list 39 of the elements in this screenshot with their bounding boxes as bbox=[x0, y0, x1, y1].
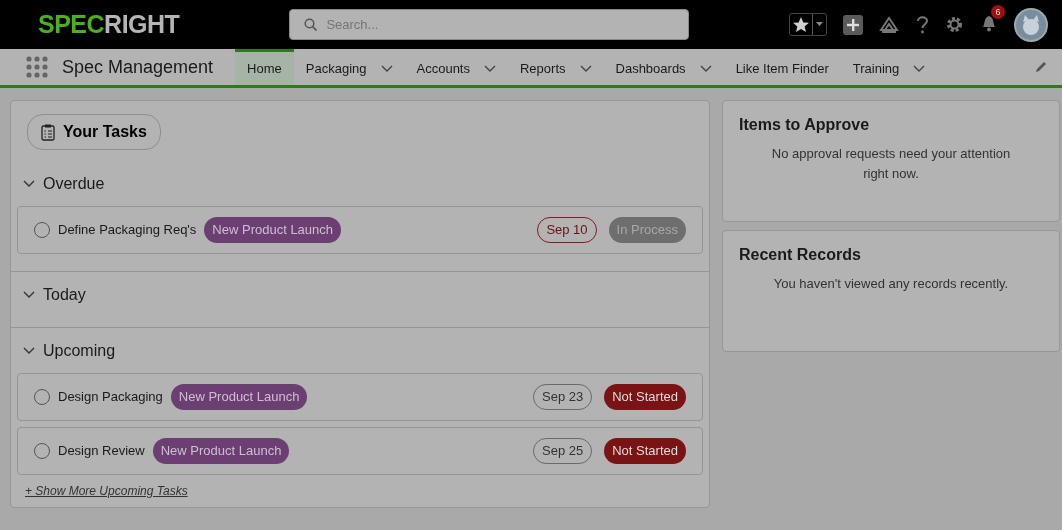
add-icon[interactable] bbox=[843, 14, 863, 35]
avatar[interactable] bbox=[1014, 7, 1048, 42]
card-message: You haven't viewed any records recently. bbox=[772, 275, 1010, 294]
search-icon bbox=[304, 18, 318, 31]
task-tag: New Product Launch bbox=[152, 438, 290, 464]
search-field[interactable]: Search... bbox=[289, 9, 690, 40]
notification-badge: 6 bbox=[991, 4, 1005, 19]
favorites-button[interactable] bbox=[789, 13, 827, 36]
edit-icon[interactable] bbox=[1034, 60, 1048, 74]
nav-tab[interactable]: Training bbox=[840, 49, 938, 85]
show-more-link[interactable]: + Show More Upcoming Tasks bbox=[25, 482, 188, 500]
card-message: No approval requests need your attention right now. bbox=[770, 145, 1012, 184]
clipboard-icon bbox=[41, 123, 55, 141]
group-header[interactable]: Today bbox=[11, 272, 709, 317]
settings-icon[interactable] bbox=[945, 15, 964, 34]
task-status: Not Started bbox=[604, 384, 686, 410]
your-tasks-button[interactable]: Your Tasks bbox=[27, 114, 161, 150]
task-name[interactable]: Design Packaging bbox=[58, 387, 163, 407]
nav-tab[interactable]: Packaging bbox=[293, 49, 405, 85]
card-title: Recent Records bbox=[739, 245, 862, 265]
nav-tab[interactable]: Accounts bbox=[404, 49, 508, 85]
nav-tab[interactable]: Like Item Finder bbox=[723, 49, 841, 85]
task-status: Not Started bbox=[604, 438, 686, 464]
card-title: Items to Approve bbox=[739, 115, 871, 135]
nav-tab[interactable]: Reports bbox=[508, 49, 604, 85]
help-icon[interactable] bbox=[915, 14, 929, 35]
app-launcher-icon[interactable] bbox=[26, 56, 48, 78]
nav-tab[interactable]: Home bbox=[235, 49, 294, 85]
nav-tab[interactable]: Dashboards bbox=[603, 49, 724, 85]
task-tag: New Product Launch bbox=[204, 217, 342, 243]
group-header[interactable]: Upcoming bbox=[11, 328, 709, 373]
task-tag: New Product Launch bbox=[170, 384, 308, 410]
task-name[interactable]: Design Review bbox=[58, 441, 145, 461]
logo: SPECRIGHT bbox=[38, 8, 180, 40]
group-header[interactable]: Overdue bbox=[11, 162, 709, 206]
task-name[interactable]: Define Packaging Req's bbox=[58, 220, 197, 240]
app-name: Spec Management bbox=[62, 55, 214, 79]
caret-icon bbox=[812, 14, 826, 35]
mountain-icon[interactable] bbox=[879, 14, 899, 35]
